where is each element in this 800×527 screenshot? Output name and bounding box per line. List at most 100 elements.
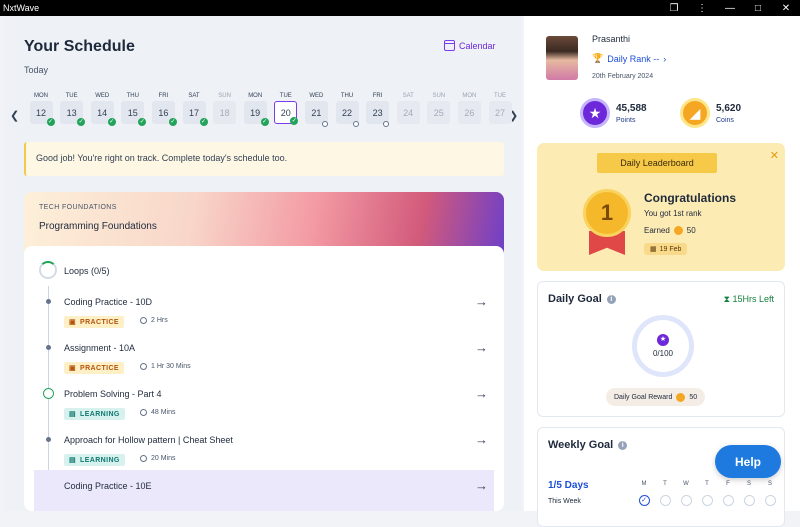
day-of-week: TUE [494, 93, 506, 99]
list-item[interactable]: Approach for Hollow pattern | Cheat Shee… [24, 424, 504, 470]
lock-icon [383, 121, 390, 127]
day-16[interactable]: FRI 16 ✓ [151, 91, 177, 126]
item-duration: 20 Mins [140, 455, 176, 462]
user-name: Prasanthi [592, 34, 631, 44]
book-icon: ▤ [69, 457, 77, 464]
day-25[interactable]: SUN 25 [427, 91, 451, 124]
coin-icon [673, 226, 683, 235]
arrow-right-icon[interactable]: → [475, 432, 488, 447]
day-13[interactable]: TUE 13 ✓ [60, 91, 86, 126]
book-icon: ▤ [69, 411, 77, 418]
list-item[interactable]: Coding Practice - 10D → ▣ PRACTICE 2 Hrs [24, 286, 504, 332]
close-icon[interactable]: ✕ [772, 0, 800, 16]
leaderboard-title: Daily Leaderboard [597, 153, 717, 173]
day-box: 18 [213, 101, 237, 124]
day-of-week: MON [462, 93, 477, 99]
maximize-icon[interactable]: □ [744, 0, 772, 16]
chevron-left-icon[interactable]: ❮ [10, 109, 19, 122]
arrow-right-icon[interactable]: → [475, 340, 488, 355]
profile-panel: Prasanthi 🏆 Daily Rank -- › 20th Februar… [524, 16, 800, 527]
weekday-status-circle [722, 495, 734, 506]
day-14[interactable]: WED 14 ✓ [90, 91, 116, 126]
weekday-status-circle [701, 495, 713, 506]
item-tag: ▤ LEARNING [64, 408, 125, 420]
time-left-text: 15Hrs Left [732, 294, 774, 304]
day-of-week: THU [126, 93, 139, 99]
calendar-link[interactable]: Calendar [444, 40, 496, 51]
avatar[interactable] [546, 36, 578, 80]
check-icon: ✓ [260, 118, 269, 126]
points-value: 45,588 [616, 102, 647, 114]
topic-progress-ring [39, 261, 57, 279]
day-20[interactable]: TUE 20 ✓ [274, 91, 299, 125]
more-menu-icon[interactable]: ⋮ [688, 0, 716, 16]
close-icon[interactable]: ✕ [770, 149, 779, 162]
daily-goal-title-text: Daily Goal [548, 293, 602, 305]
item-name: Coding Practice - 10D [64, 297, 153, 307]
day-date: 21 [311, 107, 322, 118]
day-18[interactable]: SUN 18 [213, 91, 237, 124]
info-icon[interactable]: i [606, 294, 616, 304]
list-item[interactable]: Coding Practice - 10E → [34, 470, 494, 511]
day-box: 19 ✓ [243, 101, 269, 126]
day-box: 26 [457, 101, 481, 124]
earned-label: Earned [644, 226, 670, 235]
check-icon: ✓ [290, 117, 299, 125]
check-icon: ✓ [138, 118, 147, 126]
daily-goal-title: Daily Goal i [548, 293, 616, 305]
day-of-week: TUE [279, 93, 292, 99]
day-date: 17 [188, 107, 199, 118]
day-17[interactable]: SAT 17 ✓ [182, 91, 208, 126]
daily-rank-link[interactable]: 🏆 Daily Rank -- › [592, 53, 666, 64]
day-19[interactable]: MON 19 ✓ [243, 91, 269, 126]
calendar-icon [444, 40, 455, 51]
day-box: 23 [366, 101, 390, 127]
timeline-marker [46, 437, 51, 442]
title-bar: NxtWave ❐ ⋮ — □ ✕ [0, 0, 800, 16]
item-name: Problem Solving - Part 4 [64, 389, 162, 399]
goal-reward-value: 50 [689, 393, 698, 401]
arrow-right-icon[interactable]: → [475, 386, 488, 401]
timeline-marker [46, 345, 51, 350]
day-23[interactable]: FRI 23 [366, 91, 390, 127]
topic-title[interactable]: Loops (0/5) [64, 266, 110, 276]
congrats-heading: Congratulations [644, 191, 736, 205]
check-icon: ✓ [107, 118, 116, 126]
day-box: 14 ✓ [90, 101, 116, 126]
day-15[interactable]: THU 15 ✓ [121, 91, 147, 126]
info-icon[interactable]: i [618, 440, 628, 450]
item-tag-label: PRACTICE [80, 318, 119, 326]
arrow-right-icon[interactable]: → [475, 478, 488, 493]
day-27[interactable]: TUE 27 [488, 91, 512, 124]
item-tag-label: PRACTICE [80, 364, 119, 372]
day-date: 18 [219, 107, 230, 118]
weekday-status-circle [659, 495, 671, 506]
item-duration: 2 Hrs [140, 317, 168, 324]
weekday-label: S [767, 481, 772, 487]
earned-value: 50 [686, 226, 696, 235]
day-date: 22 [341, 107, 352, 118]
help-button[interactable]: Help [715, 445, 781, 478]
item-tag: ▣ PRACTICE [64, 362, 124, 374]
day-21[interactable]: WED 21 [304, 91, 328, 127]
day-26[interactable]: MON 26 [457, 91, 481, 124]
lock-icon [352, 121, 359, 127]
day-box: 16 ✓ [151, 101, 177, 126]
minimize-icon[interactable]: — [716, 0, 744, 16]
day-24[interactable]: SAT 24 [396, 91, 420, 124]
day-of-week: MON [248, 93, 263, 99]
item-name: Assignment - 10A [64, 343, 136, 353]
list-item[interactable]: Assignment - 10A → ▣ PRACTICE 1 Hr 30 Mins [24, 332, 504, 378]
day-of-week: FRI [158, 93, 169, 99]
weekday-label: T [663, 481, 667, 487]
day-12[interactable]: MON 12 ✓ [29, 91, 55, 126]
restore-icon[interactable]: ❐ [660, 0, 688, 16]
list-item[interactable]: Problem Solving - Part 4 → ▤ LEARNING 48 Min… [24, 378, 504, 424]
day-22[interactable]: THU 22 [335, 91, 359, 127]
app-title: NxtWave [3, 3, 40, 13]
star-icon: ★ [580, 98, 610, 128]
arrow-right-icon[interactable]: → [475, 294, 488, 309]
day-box: 15 ✓ [121, 101, 147, 126]
schedule-subtitle: Today [24, 65, 49, 75]
goal-progress-text: 0/100 [652, 349, 674, 358]
